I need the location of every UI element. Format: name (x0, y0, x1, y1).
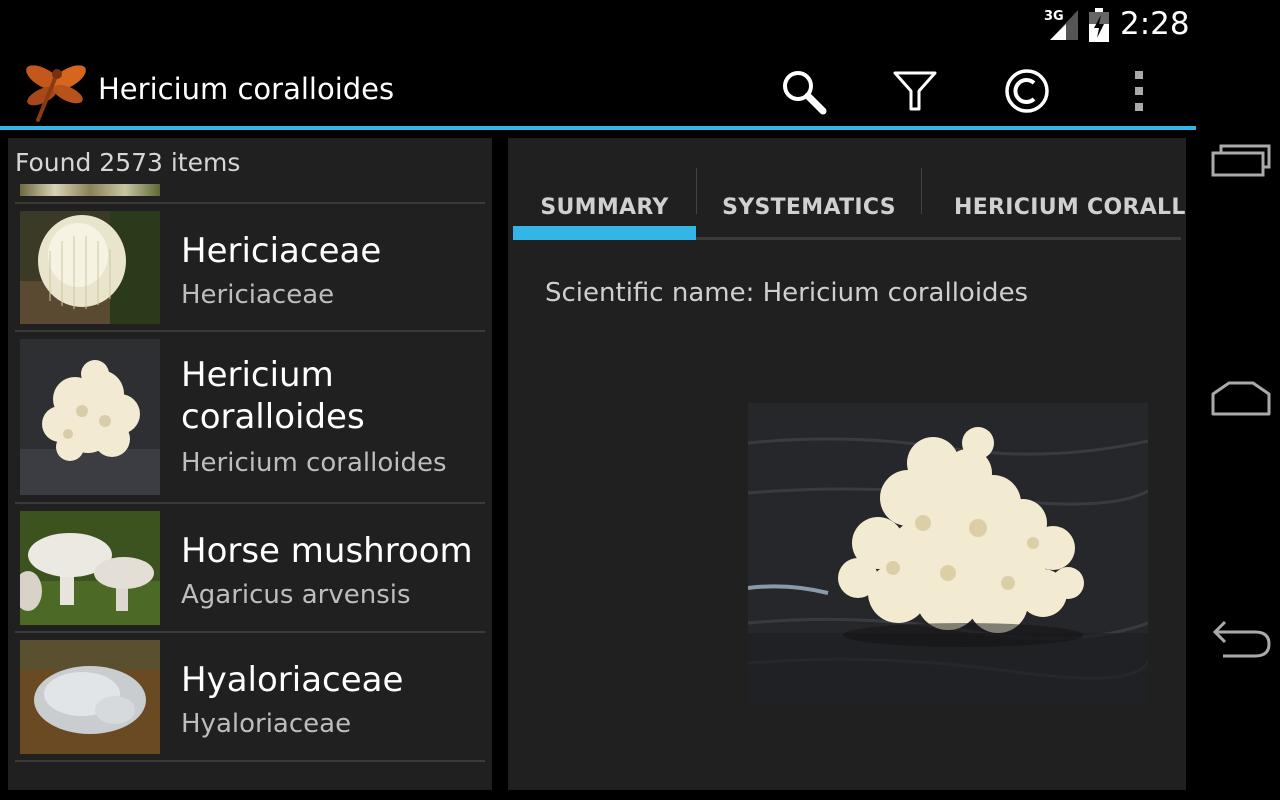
filter-icon (893, 71, 937, 111)
jelly-fungus-photo (20, 640, 160, 754)
list-item-title: Horse mushroom (181, 531, 473, 571)
hericium-coralloides-photo[interactable] (748, 403, 1148, 703)
battery-charging-icon (1089, 8, 1109, 42)
overflow-menu-button[interactable] (1114, 66, 1164, 116)
tab-hericium-coralloides[interactable]: HERICIUM CORALLOI (922, 178, 1186, 236)
lions-mane-fungus-photo (20, 211, 160, 324)
list-item-title: Hericiaceae (181, 231, 382, 271)
signal-icon (1050, 10, 1078, 40)
coral-tooth-fungus-photo (20, 339, 160, 495)
search-button[interactable] (778, 66, 828, 116)
partial-list-thumbnail (20, 184, 160, 196)
list-item-subtitle: Hericium coralloides (181, 448, 447, 478)
scientific-name-text: Scientific name: Hericium coralloides (545, 278, 1029, 308)
status-bar (0, 0, 1196, 50)
list-item-title: Hericium coralloides (181, 355, 365, 437)
recent-apps-icon (1211, 144, 1271, 177)
action-bar-divider (0, 126, 1196, 130)
detail-panel: SUMMARY SYSTEMATICS HERICIUM CORALLOI Sc… (508, 138, 1186, 790)
clock: 2:28 (1120, 6, 1190, 42)
list-item-subtitle: Agaricus arvensis (181, 580, 411, 610)
list-item[interactable]: Hericium coralloides Hericium coralloide… (15, 332, 485, 502)
recent-apps-button[interactable] (1206, 130, 1276, 190)
list-divider (15, 760, 485, 762)
results-list-panel[interactable]: Found 2573 items Hericiaceae Hericiaceae (8, 138, 492, 790)
list-item-title: Hyaloriaceae (181, 660, 404, 700)
page-title: Hericium coralloides (98, 72, 395, 106)
filter-button[interactable] (890, 66, 940, 116)
list-item[interactable]: Hericiaceae Hericiaceae (15, 204, 485, 330)
back-button[interactable] (1206, 608, 1276, 668)
list-item[interactable]: Horse mushroom Agaricus arvensis (15, 504, 485, 632)
copyright-icon (1005, 69, 1049, 113)
list-item-subtitle: Hericiaceae (181, 280, 335, 310)
dragonfly-logo-icon[interactable] (22, 56, 90, 124)
home-icon (1211, 381, 1271, 416)
copyright-button[interactable] (1002, 66, 1052, 116)
active-tab-indicator (513, 226, 696, 240)
list-item[interactable]: Hyaloriaceae Hyaloriaceae (15, 633, 485, 761)
home-button[interactable] (1206, 368, 1276, 428)
overflow-menu-icon (1135, 71, 1143, 111)
list-item-subtitle: Hyaloriaceae (181, 709, 352, 739)
back-icon (1212, 620, 1271, 658)
tab-systematics[interactable]: SYSTEMATICS (697, 178, 921, 236)
search-icon (783, 71, 827, 115)
horse-mushroom-photo (20, 511, 160, 625)
results-count: Found 2573 items (15, 148, 241, 177)
